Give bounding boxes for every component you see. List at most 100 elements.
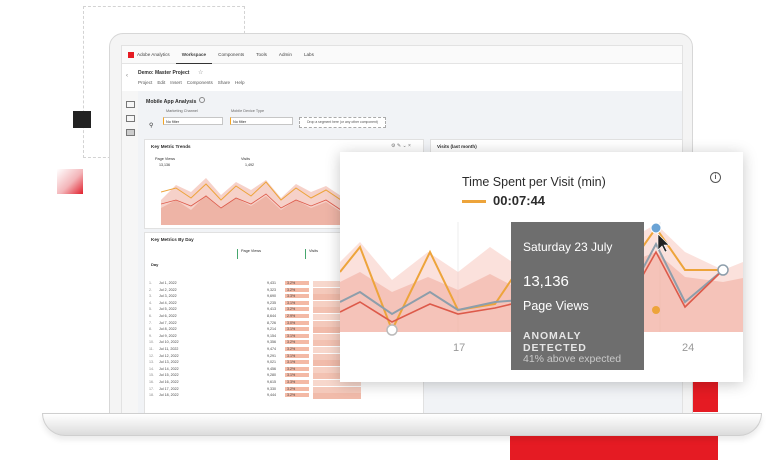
row-pct: 3.2% [285,393,309,398]
project-name[interactable]: Demo: Master Project [138,70,189,76]
brand-name: Adobe Analytics [137,52,170,57]
row-index: 4. [149,300,152,305]
filter-label-marketing-channel: Marketing Channel [166,109,198,113]
row-day: Jul 18, 2022 [159,393,179,398]
row-page-views: 9,291 [267,353,276,358]
row-day: Jul 2, 2022 [159,287,177,292]
row-day: Jul 9, 2022 [159,333,177,338]
row-page-views: 8,726 [267,320,276,325]
table-row[interactable]: 17. Jul 17, 2022 9,330 3.2% [145,386,423,394]
adobe-logo-icon [128,51,134,58]
row-page-views: 9,456 [267,366,276,371]
row-page-views: 9,330 [267,386,276,391]
row-index: 5. [149,307,152,312]
row-pct: 3.2% [285,287,309,292]
dimension-header-day: Day [151,262,159,267]
row-page-views: 9,474 [267,347,276,351]
column-header-page-views[interactable]: Page Views [237,249,301,259]
card-settings-icon[interactable]: ⚙ ✎ ⌄ × [391,143,411,149]
menu-help[interactable]: Help [235,80,244,85]
row-page-views: 9,021 [267,360,276,365]
menu-share[interactable]: Share [218,80,230,85]
row-page-views: 9,323 [267,287,276,292]
key-metric-trends-title: Key Metric Trends [151,144,191,149]
row-day: Jul 8, 2022 [159,327,177,332]
menu-project[interactable]: Project [138,80,152,85]
left-rail [122,91,139,416]
metric-value-visits: 1,492 [245,163,254,167]
tooltip-detail: 41% above expected [523,353,622,365]
brand: Adobe Analytics [122,51,176,58]
panels-icon[interactable] [126,101,135,108]
row-index: 2. [149,287,152,292]
row-day: Jul 16, 2022 [159,380,179,384]
row-pct: 3.3% [285,380,309,384]
segment-dropzone[interactable]: Drop a segment here (or any other compon… [299,117,386,128]
key-metrics-by-day-title: Key Metrics By Day [151,237,194,242]
row-page-views: 9,214 [267,327,276,332]
row-index: 13. [149,360,154,365]
project-menu: Project Edit Insert Components Share Hel… [138,80,245,85]
tab-components[interactable]: Components [212,46,250,63]
menu-insert[interactable]: Insert [170,80,182,85]
row-pct: 3.1% [285,333,309,338]
components-icon[interactable] [126,129,135,136]
x-axis-label-24: 24 [682,342,695,354]
row-pct: 3.3% [285,294,309,299]
row-index: 6. [149,314,152,318]
panel-info-icon[interactable] [199,97,206,103]
row-index: 12. [149,353,154,358]
row-index: 11. [149,347,154,351]
row-page-views: 9,280 [267,373,276,378]
row-day: Jul 12, 2022 [159,353,179,358]
row-day: Jul 14, 2022 [159,366,179,371]
row-pct: 3.2% [285,347,309,351]
metric-value-page-views: 13,136 [159,163,170,167]
row-index: 7. [149,320,152,325]
mini-trend-chart [161,178,351,225]
x-axis-label-17: 17 [453,342,466,354]
filter-icon[interactable]: ⚲ [149,122,153,129]
row-day: Jul 13, 2022 [159,360,179,365]
row-index: 1. [149,281,152,285]
row-day: Jul 7, 2022 [159,320,177,325]
row-day: Jul 3, 2022 [159,294,177,299]
marketing-channel-dropdown[interactable]: No filter [163,117,223,125]
row-index: 9. [149,333,152,338]
row-page-views: 9,413 [267,307,276,312]
row-pct: 2.9% [285,314,309,318]
filter-label-device-type: Mobile Device Type [231,109,265,113]
tooltip-metric: Page Views [523,299,589,313]
star-icon[interactable]: ☆ [198,69,203,76]
panel-title: Mobile App Analysis [146,97,206,105]
row-day: Jul 5, 2022 [159,307,177,312]
tooltip-date: Saturday 23 July [523,240,613,254]
tab-tools[interactable]: Tools [250,46,273,63]
row-index: 18. [149,393,154,398]
laptop-base [42,413,762,436]
visualizations-icon[interactable] [126,115,135,122]
menu-components[interactable]: Components [187,80,213,85]
row-index: 10. [149,340,154,345]
row-page-views: 9,154 [267,333,276,338]
row-pct: 3.2% [285,386,309,391]
tab-workspace[interactable]: Workspace [175,46,213,64]
row-index: 3. [149,294,152,299]
row-index: 14. [149,366,154,371]
row-day: Jul 1, 2022 [159,281,177,285]
device-type-dropdown[interactable]: No filter [230,117,293,125]
row-page-views: 8,644 [267,314,276,318]
back-chevron-icon[interactable]: ‹ [126,73,128,79]
row-pct: 3.0% [285,320,309,325]
menu-edit[interactable]: Edit [157,80,165,85]
row-pct: 3.1% [285,360,309,365]
row-day: Jul 6, 2022 [159,314,177,318]
tab-labs[interactable]: Labs [298,46,320,63]
tab-admin[interactable]: Admin [273,46,298,63]
decorative-black-square [73,111,91,128]
row-visits-heat [313,386,361,393]
row-page-views: 9,356 [267,340,276,345]
row-day: Jul 15, 2022 [159,373,179,378]
row-index: 15. [149,373,154,378]
table-row[interactable]: 18. Jul 18, 2022 9,444 3.2% [145,393,423,400]
